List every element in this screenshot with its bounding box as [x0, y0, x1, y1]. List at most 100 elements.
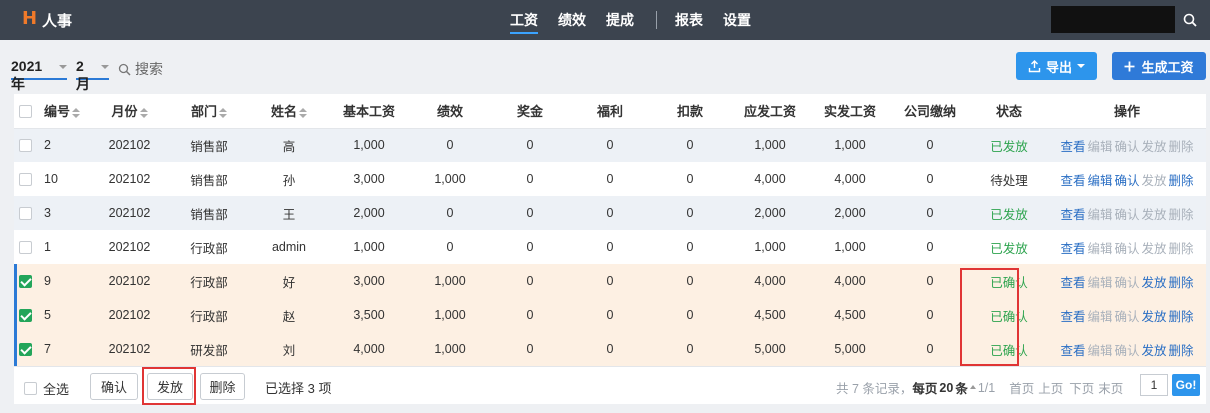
nav-item-settings[interactable]: 设置	[723, 0, 751, 40]
prev-page-link[interactable]: 上页	[1038, 378, 1063, 397]
cell-id: 3	[36, 196, 91, 230]
delete-link[interactable]: 删除	[1169, 344, 1194, 358]
year-select[interactable]: 2021年	[11, 58, 67, 92]
edit-link[interactable]: 编辑	[1087, 208, 1112, 222]
per-page-value[interactable]: 20	[939, 381, 953, 395]
delete-link[interactable]: 删除	[1169, 242, 1194, 256]
issue-link[interactable]: 发放	[1142, 310, 1167, 324]
confirm-link[interactable]: 确认	[1114, 208, 1139, 222]
search-field[interactable]: 搜索	[118, 59, 163, 79]
main-nav: 工资 绩效 提成 报表 设置	[510, 0, 771, 40]
row-checkbox[interactable]	[18, 309, 32, 323]
delete-link[interactable]: 删除	[1169, 174, 1194, 188]
select-all[interactable]: 全选	[24, 379, 69, 398]
row-checkbox[interactable]	[18, 343, 32, 357]
confirm-link[interactable]: 确认	[1114, 242, 1139, 256]
select-all-header-checkbox[interactable]	[18, 105, 32, 119]
select-all-checkbox[interactable]	[24, 382, 37, 395]
row-checkbox[interactable]	[18, 207, 32, 221]
delete-link[interactable]: 删除	[1169, 310, 1194, 324]
cell-deduct: 0	[650, 196, 730, 230]
cell-ops: 查看 编辑 确认 发放 删除	[1048, 128, 1206, 162]
top-search-input[interactable]	[1051, 6, 1175, 33]
row-checkbox[interactable]	[18, 139, 32, 153]
confirm-link[interactable]: 确认	[1114, 140, 1139, 154]
table-row[interactable]: 9 202102 行政部好 3,000 1,000 0 0 0 4,000 4,000 0 已确认 查看…	[14, 264, 1206, 298]
table-row[interactable]: 3 202102 销售部王 2,000 0 0 0 0 2,000 2,000 0 已发放 查看 编辑 确认…	[14, 196, 1206, 230]
view-link[interactable]: 查看	[1060, 242, 1085, 256]
app-title[interactable]: 人事	[42, 10, 72, 31]
issue-link[interactable]: 发放	[1142, 276, 1167, 290]
edit-link[interactable]: 编辑	[1087, 174, 1112, 188]
next-page-link[interactable]: 下页	[1069, 378, 1094, 397]
last-page-link[interactable]: 末页	[1098, 378, 1123, 397]
confirm-link[interactable]: 确认	[1114, 276, 1139, 290]
delete-link[interactable]: 删除	[1169, 276, 1194, 290]
cell-base: 1,000	[328, 128, 410, 162]
view-link[interactable]: 查看	[1060, 174, 1085, 188]
delete-link[interactable]: 删除	[1169, 208, 1194, 222]
cell-gross: 4,000	[730, 264, 810, 298]
confirm-link[interactable]: 确认	[1114, 174, 1139, 188]
go-button[interactable]: Go!	[1172, 374, 1200, 396]
cell-id: 7	[36, 332, 91, 366]
view-link[interactable]: 查看	[1060, 140, 1085, 154]
nav-item-commission[interactable]: 提成	[606, 0, 634, 40]
year-select-value: 2021年	[11, 58, 43, 92]
row-checkbox-cell	[14, 264, 36, 298]
col-header-id[interactable]: 编号	[36, 94, 91, 129]
edit-link[interactable]: 编辑	[1087, 344, 1112, 358]
edit-link[interactable]: 编辑	[1087, 140, 1112, 154]
issue-link[interactable]: 发放	[1142, 242, 1167, 256]
view-link[interactable]: 查看	[1060, 276, 1085, 290]
cell-net: 1,000	[810, 230, 890, 264]
row-checkbox-cell	[14, 230, 36, 264]
chevron-down-icon	[59, 65, 67, 69]
confirm-button[interactable]: 确认	[90, 373, 138, 400]
col-header-name[interactable]: 姓名	[250, 94, 328, 129]
delete-button[interactable]: 删除	[200, 373, 245, 400]
cell-perf: 1,000	[410, 264, 490, 298]
cell-company: 0	[890, 298, 970, 332]
confirm-link[interactable]: 确认	[1114, 344, 1139, 358]
row-checkbox[interactable]	[18, 241, 32, 255]
table-row[interactable]: 2 202102 销售部高 1,000 0 0 0 0 1,000 1,000 0 已发放 查看 编辑 确认…	[14, 128, 1206, 162]
issue-link[interactable]: 发放	[1142, 140, 1167, 154]
issue-button[interactable]: 发放	[147, 373, 193, 400]
view-link[interactable]: 查看	[1060, 344, 1085, 358]
delete-link[interactable]: 删除	[1169, 140, 1194, 154]
edit-link[interactable]: 编辑	[1087, 276, 1112, 290]
view-link[interactable]: 查看	[1060, 310, 1085, 324]
cell-company: 0	[890, 230, 970, 264]
cell-welfare: 0	[570, 162, 650, 196]
caret-up-icon[interactable]	[969, 385, 976, 389]
table-row[interactable]: 1 202102 行政部 admin 1,000 0 0 0 0 1,000 1,000 0 已发放 查看…	[14, 230, 1206, 264]
nav-item-salary[interactable]: 工资	[510, 0, 538, 40]
issue-link[interactable]: 发放	[1142, 174, 1167, 188]
row-checkbox[interactable]	[18, 275, 32, 289]
first-page-link[interactable]: 首页	[1009, 378, 1034, 397]
col-header-month[interactable]: 月份	[91, 94, 168, 129]
month-select[interactable]: 2月	[76, 58, 109, 92]
confirm-link[interactable]: 确认	[1114, 310, 1139, 324]
pagination: 共 7 条记录， 每页 20 条 1/1 首页 上页 下页 末页	[836, 378, 1123, 397]
nav-item-performance[interactable]: 绩效	[558, 0, 586, 40]
table-row[interactable]: 5 202102 行政部赵 3,500 1,000 0 0 0 4,500 4,500 0 已确认 查看…	[14, 298, 1206, 332]
app-logo[interactable]: H	[22, 8, 37, 29]
table-row[interactable]: 7 202102 研发部刘 4,000 1,000 0 0 0 5,000 5,000 0 已确认 查看…	[14, 332, 1206, 366]
issue-link[interactable]: 发放	[1142, 208, 1167, 222]
col-header-company: 公司缴纳	[890, 94, 970, 129]
view-link[interactable]: 查看	[1060, 208, 1085, 222]
nav-item-reports[interactable]: 报表	[675, 0, 703, 40]
generate-salary-button[interactable]: 生成工资	[1112, 52, 1206, 80]
export-button[interactable]: 导出	[1016, 52, 1097, 80]
edit-link[interactable]: 编辑	[1087, 310, 1112, 324]
page-number-input[interactable]: 1	[1140, 374, 1168, 396]
top-search-button[interactable]	[1175, 6, 1205, 33]
row-checkbox[interactable]	[18, 173, 32, 187]
col-header-dept[interactable]: 部门	[168, 94, 250, 129]
issue-link[interactable]: 发放	[1142, 344, 1167, 358]
table-row[interactable]: 10 202102 销售部孙 3,000 1,000 0 0 0 4,000 4,000 0 待处理查…	[14, 162, 1206, 196]
edit-link[interactable]: 编辑	[1087, 242, 1112, 256]
cell-base: 1,000	[328, 230, 410, 264]
